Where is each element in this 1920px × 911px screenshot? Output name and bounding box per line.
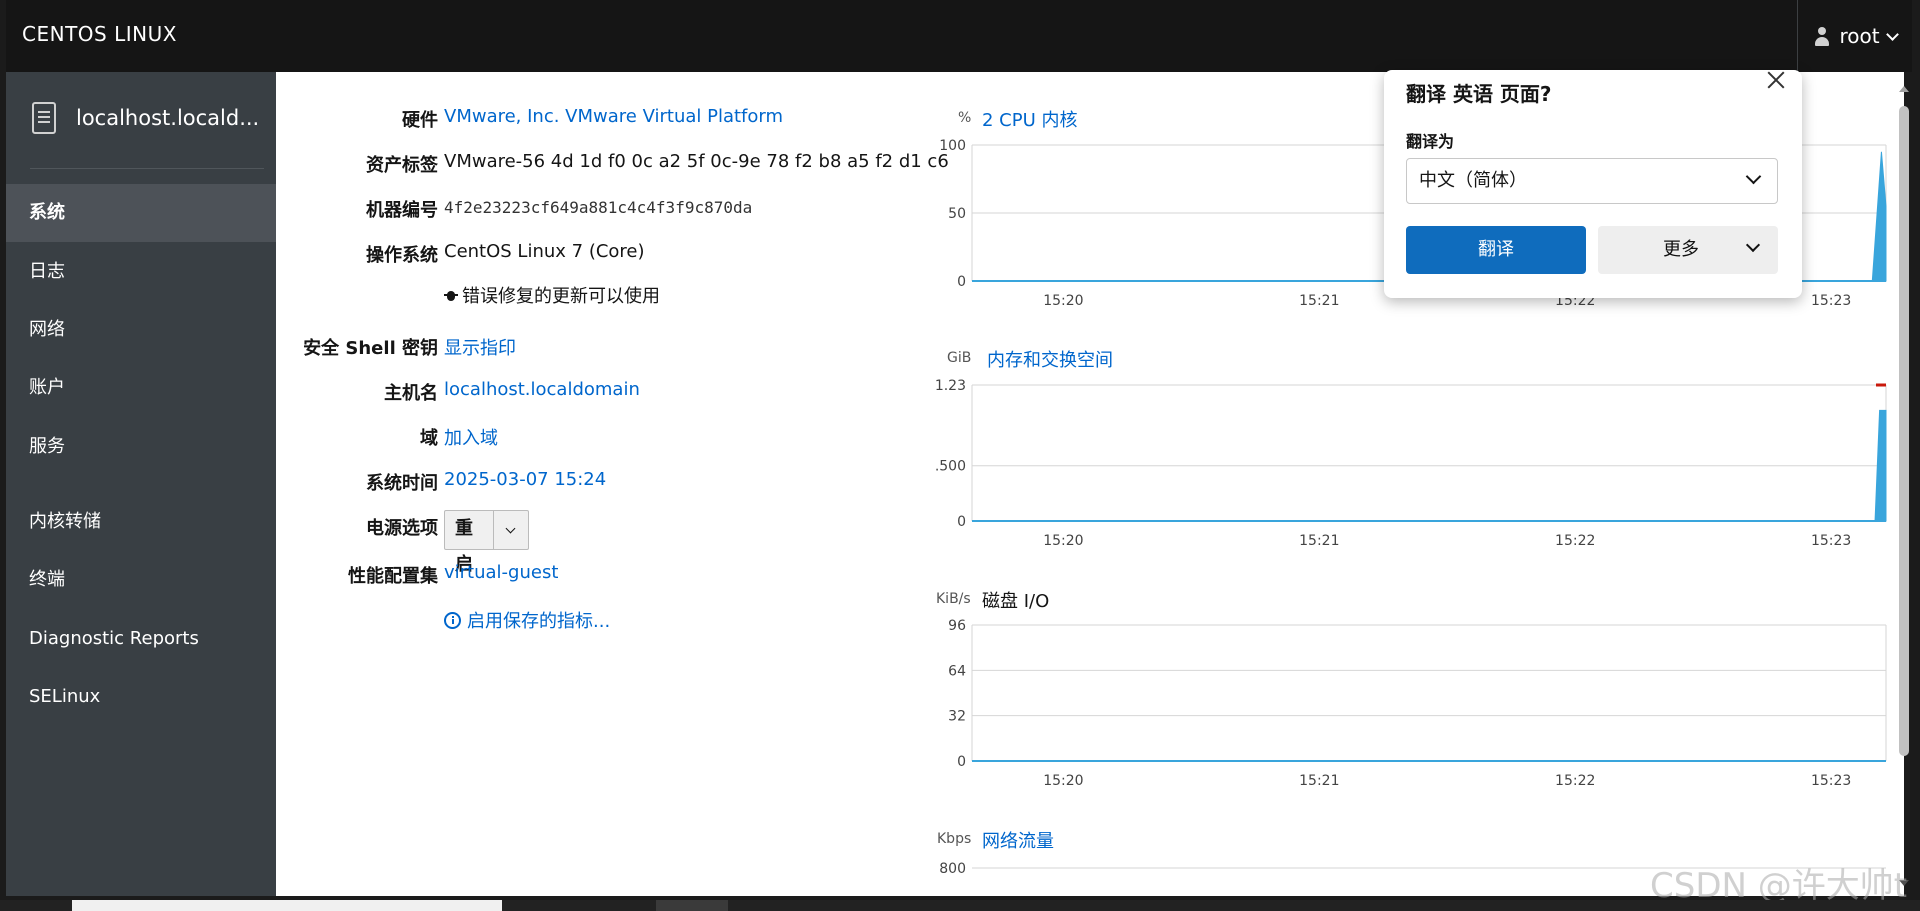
restart-button[interactable]: 重启: [445, 511, 494, 575]
cpu-chart-unit: %: [958, 110, 972, 126]
y-tick-label: 0: [957, 754, 966, 770]
x-tick-label: 15:21: [1299, 293, 1339, 306]
updates-text: 错误修复的更新可以使用: [462, 286, 660, 307]
y-tick-label: 96: [948, 618, 966, 634]
y-tick-label: 64: [948, 663, 966, 679]
sidebar-item-system[interactable]: 系统: [6, 184, 276, 242]
memory-chart-title[interactable]: 内存和交换空间: [987, 346, 1113, 372]
taskbar-window[interactable]: [72, 900, 502, 911]
y-tick-label: 100: [939, 138, 966, 154]
x-tick-label: 15:22: [1555, 533, 1595, 546]
power-label: 电源选项: [366, 518, 438, 539]
x-tick-label: 15:23: [1811, 773, 1851, 786]
scroll-up-arrow[interactable]: [1899, 86, 1909, 92]
sidebar-item-kdump[interactable]: 内核转储: [6, 493, 276, 551]
x-tick-label: 15:20: [1043, 533, 1083, 546]
os-value: CentOS Linux 7 (Core): [444, 241, 645, 262]
more-button[interactable]: 更多: [1598, 226, 1778, 274]
taskbar-window[interactable]: [656, 900, 728, 911]
sidebar-item-terminal[interactable]: 终端: [6, 551, 276, 609]
server-icon: [32, 102, 56, 134]
sidebar-item-accounts[interactable]: 账户: [6, 359, 276, 417]
memory-chart-unit: GiB: [947, 350, 972, 366]
profile-label: 性能配置集: [348, 566, 438, 587]
y-tick-label: 32: [948, 709, 966, 725]
brand-title: CENTOS LINUX: [22, 22, 177, 46]
translate-button[interactable]: 翻译: [1406, 226, 1586, 274]
target-language-select[interactable]: 中文（简体）: [1406, 158, 1778, 204]
more-button-label: 更多: [1663, 239, 1699, 260]
network-chart-title[interactable]: 网络流量: [982, 827, 1054, 853]
x-tick-label: 15:20: [1043, 293, 1083, 306]
chevron-down-icon: [506, 523, 516, 533]
sidebar-item-network[interactable]: 网络: [6, 301, 276, 359]
host-name: localhost.locald...: [76, 106, 260, 130]
hostname-link[interactable]: localhost.localdomain: [444, 379, 640, 400]
disk-chart-unit: KiB/s: [936, 591, 971, 607]
chevron-down-icon: [1745, 168, 1762, 185]
sidebar-item-logs[interactable]: 日志: [6, 243, 276, 301]
disk-chart-title: 磁盘 I/O: [982, 591, 1050, 612]
chevron-down-icon: [1745, 237, 1761, 253]
bug-icon: [444, 288, 458, 302]
y-tick-label: 0.500: [936, 459, 966, 475]
taskbar: [0, 900, 1920, 911]
memory-chart: 1.23 0.500 0 15:20 15:21 15:22 15:23: [936, 378, 1887, 546]
hostname-label: 主机名: [384, 383, 438, 404]
power-button-group: 重启: [444, 510, 529, 575]
y-tick-label: 0: [957, 514, 966, 530]
sidebar: localhost.locald... 系统 日志 网络 账户 服务 内核转储 …: [6, 72, 276, 896]
asset-tag-value: VMware-56 4d 1d f0 0c a2 5f 0c-9e 78 f2 …: [444, 151, 949, 172]
info-icon: [444, 612, 461, 629]
hardware-label: 硬件: [402, 110, 438, 131]
power-options-dropdown[interactable]: [494, 511, 528, 549]
sidebar-item-services[interactable]: 服务: [6, 418, 276, 476]
system-time-link[interactable]: 2025-03-07 15:24: [444, 469, 606, 490]
translate-popup: 翻译 英语 页面? 翻译为 中文（简体） 翻译 更多: [1384, 70, 1802, 298]
x-tick-label: 15:23: [1811, 533, 1851, 546]
scroll-thumb[interactable]: [1899, 106, 1909, 756]
x-tick-label: 15:23: [1811, 293, 1851, 306]
x-tick-label: 15:21: [1299, 773, 1339, 786]
popup-title: 翻译 英语 页面?: [1406, 82, 1552, 106]
user-name: root: [1839, 24, 1880, 48]
x-tick-label: 15:21: [1299, 533, 1339, 546]
user-menu[interactable]: root: [1797, 0, 1912, 72]
join-domain-link[interactable]: 加入域: [444, 424, 498, 450]
divider: [30, 168, 264, 169]
y-tick-label: 800: [939, 861, 966, 877]
updates-available: 错误修复的更新可以使用: [444, 282, 660, 308]
disk-chart: 96 64 32 0 15:20 15:21 15:22 15:23: [948, 618, 1887, 786]
popup-target-label: 翻译为: [1406, 132, 1455, 151]
top-bar: CENTOS LINUX root: [6, 0, 1912, 72]
domain-label: 域: [420, 428, 438, 449]
show-fingerprints-link[interactable]: 显示指印: [444, 334, 516, 360]
sidebar-item-selinux[interactable]: SELinux: [6, 668, 276, 726]
asset-tag-label: 资产标签: [366, 155, 438, 176]
os-label: 操作系统: [366, 245, 438, 266]
selected-language: 中文（简体）: [1419, 170, 1527, 191]
x-tick-label: 15:22: [1555, 773, 1595, 786]
sidebar-item-diagnostic-reports[interactable]: Diagnostic Reports: [6, 610, 276, 668]
y-tick-label: 1.23: [936, 378, 966, 394]
chevron-down-icon: [1885, 27, 1899, 41]
page-scrollbar[interactable]: [1896, 80, 1912, 896]
close-icon[interactable]: [1766, 70, 1786, 90]
user-icon: [1813, 26, 1831, 46]
system-time-label: 系统时间: [366, 473, 438, 494]
enable-metrics-link[interactable]: 启用保存的指标...: [444, 607, 610, 633]
enable-metrics-text: 启用保存的指标...: [467, 611, 611, 632]
y-tick-label: 50: [948, 206, 966, 222]
host-switcher[interactable]: localhost.locald...: [6, 72, 276, 168]
y-tick-label: 0: [957, 274, 966, 290]
cpu-chart-title[interactable]: 2 CPU 内核: [982, 106, 1078, 132]
main-content: 硬件 VMware, Inc. VMware Virtual Platform …: [276, 70, 1904, 896]
ssh-label: 安全 Shell 密钥: [303, 338, 438, 359]
machine-id-label: 机器编号: [366, 200, 438, 221]
performance-profile-link[interactable]: virtual-guest: [444, 562, 558, 583]
network-chart-unit: Kbps: [937, 831, 972, 847]
machine-id-value: 4f2e23223cf649a881c4c4f3f9c870da: [444, 198, 753, 217]
x-tick-label: 15:20: [1043, 773, 1083, 786]
hardware-link[interactable]: VMware, Inc. VMware Virtual Platform: [444, 106, 783, 127]
